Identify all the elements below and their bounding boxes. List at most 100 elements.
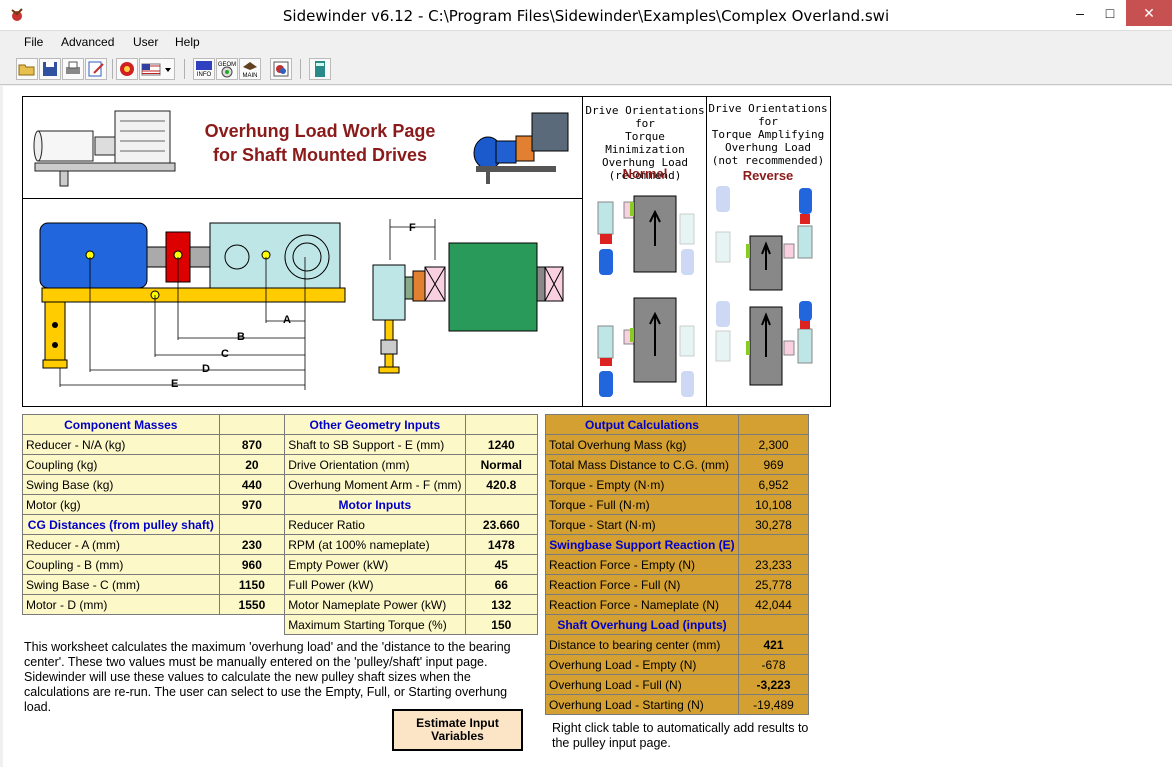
window-title: Sidewinder v6.12 - C:\Program Files\Side…: [282, 7, 890, 25]
menu-user[interactable]: User: [133, 35, 158, 49]
output-table-row: Distance to bearing center (mm) 421: [545, 634, 810, 655]
dim-label-b: B: [237, 331, 245, 343]
input-value[interactable]: 960: [218, 554, 286, 575]
section-heading: Output Calculations: [545, 414, 739, 435]
output-value: 421: [737, 634, 810, 655]
reverse-orientation-label: Reverse: [742, 168, 794, 183]
print-icon[interactable]: [62, 58, 84, 80]
output-table-row: Shaft Overhung Load (inputs): [545, 614, 810, 635]
input-value[interactable]: 132: [464, 594, 539, 615]
chart-icon[interactable]: [270, 58, 292, 80]
gear-drive-illustration: [33, 110, 176, 187]
output-table-row: Overhung Load - Empty (N) -678: [545, 654, 810, 675]
input-label: Empty Power (kW): [284, 554, 466, 575]
toolbar: INFO GEOM MAIN: [0, 55, 1172, 85]
input-label: Coupling (kg): [22, 454, 220, 475]
worksheet-description: This worksheet calculates the maximum 'o…: [24, 640, 511, 714]
output-label: Overhung Load - Full (N): [545, 674, 739, 695]
section-heading: Swingbase Support Reaction (E): [545, 534, 739, 555]
save-icon[interactable]: [39, 58, 61, 80]
edit-icon[interactable]: [85, 58, 107, 80]
right-click-note: Right click table to automatically add r…: [552, 721, 809, 750]
dim-label-a: A: [283, 314, 291, 326]
dim-label-f: F: [409, 222, 416, 234]
input-value[interactable]: 230: [218, 534, 286, 555]
output-value: -19,489: [737, 694, 810, 715]
output-value: [737, 614, 810, 635]
output-value: 2,300: [737, 434, 810, 455]
menu-help[interactable]: Help: [175, 35, 200, 49]
input-table: Component Masses Other Geometry Inputs Red…: [22, 414, 539, 635]
output-table[interactable]: Output Calculations Total Overhung Mass (…: [545, 414, 810, 715]
output-table-row: Reaction Force - Empty (N) 23,233: [545, 554, 810, 575]
geometry-icon[interactable]: GEOM: [216, 58, 238, 80]
section-heading: Other Geometry Inputs: [284, 414, 466, 435]
output-table-row: Torque - Full (N·m) 10,108: [545, 494, 810, 515]
input-table-row: Reducer - N/A (kg) 870 Shaft to SB Support…: [22, 434, 539, 455]
menu-advanced[interactable]: Advanced: [61, 35, 114, 49]
output-label: Torque - Full (N·m): [545, 494, 739, 515]
calculator-icon[interactable]: [309, 58, 331, 80]
output-label: Overhung Load - Empty (N): [545, 654, 739, 675]
output-value: [737, 534, 810, 555]
input-value[interactable]: 420.8: [464, 474, 539, 495]
output-label: Total Mass Distance to C.G. (mm): [545, 454, 739, 475]
input-value[interactable]: 150: [464, 614, 539, 635]
input-value[interactable]: 440: [218, 474, 286, 495]
input-value[interactable]: 870: [218, 434, 286, 455]
input-value[interactable]: 66: [464, 574, 539, 595]
input-label: Reducer Ratio: [284, 514, 466, 535]
output-table-row: Torque - Start (N·m) 30,278: [545, 514, 810, 535]
maximize-button[interactable]: □: [1095, 0, 1125, 26]
input-label: Maximum Starting Torque (%): [284, 614, 466, 635]
input-value: [464, 494, 539, 515]
section-heading: CG Distances (from pulley shaft): [22, 514, 220, 535]
open-icon[interactable]: [16, 58, 38, 80]
normal-orientation-label: Normal: [622, 166, 668, 181]
input-table-row: Coupling - B (mm) 960 Empty Power (kW) 45: [22, 554, 539, 575]
input-value[interactable]: 1478: [464, 534, 539, 555]
input-value[interactable]: 23.660: [464, 514, 539, 535]
overhung-load-schematic: A B C D E F: [39, 219, 564, 390]
input-value[interactable]: Normal: [464, 454, 539, 475]
svg-text:INFO: INFO: [197, 72, 212, 78]
input-value[interactable]: 970: [218, 494, 286, 515]
section-heading: Motor Inputs: [284, 494, 466, 515]
svg-text:MAIN: MAIN: [243, 73, 258, 79]
input-label: Swing Base (kg): [22, 474, 220, 495]
input-value[interactable]: 1150: [218, 574, 286, 595]
input-value[interactable]: 1550: [218, 594, 286, 615]
normal-orientation-diagram: [597, 195, 695, 397]
input-label: Reducer - N/A (kg): [22, 434, 220, 455]
input-value[interactable]: 1240: [464, 434, 539, 455]
page-heading-line1: Overhung Load Work Page: [204, 121, 436, 141]
input-table-row: Motor - D (mm) 1550 Motor Nameplate Power …: [22, 594, 539, 615]
dim-label-d: D: [202, 363, 210, 375]
flag-icon[interactable]: [139, 58, 175, 80]
input-value[interactable]: 20: [218, 454, 286, 475]
output-table-row: Torque - Empty (N·m) 6,952: [545, 474, 810, 495]
minimize-button[interactable]: –: [1065, 0, 1095, 26]
empty-cell: [22, 614, 285, 635]
units-icon[interactable]: [116, 58, 138, 80]
close-button[interactable]: ✕: [1126, 0, 1172, 26]
input-value[interactable]: 45: [464, 554, 539, 575]
input-table-row: Coupling (kg) 20 Drive Orientation (mm) Nor…: [22, 454, 539, 475]
menu-file[interactable]: File: [24, 35, 43, 49]
section-heading: Shaft Overhung Load (inputs): [545, 614, 739, 635]
output-table-row: Total Overhung Mass (kg) 2,300: [545, 434, 810, 455]
main-icon[interactable]: MAIN: [239, 58, 261, 80]
output-value: -678: [737, 654, 810, 675]
info-icon[interactable]: INFO: [193, 58, 215, 80]
output-value: 10,108: [737, 494, 810, 515]
input-label: Motor (kg): [22, 494, 220, 515]
input-label: RPM (at 100% nameplate): [284, 534, 466, 555]
output-label: Distance to bearing center (mm): [545, 634, 739, 655]
output-value: 42,044: [737, 594, 810, 615]
input-table-row: Swing Base - C (mm) 1150 Full Power (kW) 66: [22, 574, 539, 595]
output-table-row: Overhung Load - Full (N) -3,223: [545, 674, 810, 695]
input-value: [464, 414, 539, 435]
dim-label-c: C: [221, 348, 229, 360]
input-table-row: Motor (kg) 970 Motor Inputs: [22, 494, 539, 515]
estimate-input-variables-button[interactable]: Estimate Input Variables: [392, 709, 523, 751]
